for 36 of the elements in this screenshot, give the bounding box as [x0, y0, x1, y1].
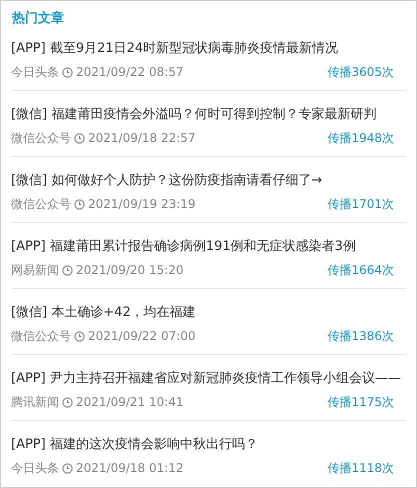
- article-time: 2021/09/22 07:00: [88, 328, 196, 345]
- article-source: 微信公众号: [11, 196, 71, 213]
- spread-count: 传播1701次: [327, 196, 394, 213]
- clock-icon: [74, 132, 85, 144]
- article-source: 腾讯新闻: [11, 394, 59, 411]
- clock-icon: [62, 462, 73, 474]
- spread-count: 传播1386次: [327, 328, 394, 345]
- spread-count: 传播3605次: [327, 64, 394, 81]
- article-source: 今日头条: [11, 64, 59, 81]
- article-title[interactable]: [APP] 尹力主持召开福建省应对新冠肺炎疫情工作领导小组会议——: [11, 370, 401, 388]
- article-source: 微信公众号: [11, 130, 71, 147]
- article-time: 2021/09/18 01:12: [76, 460, 184, 477]
- article-source: 今日头条: [11, 460, 59, 477]
- section-title: 热门文章: [12, 11, 64, 26]
- article-title[interactable]: [APP] 福建的这次疫情会影响中秋出行吗？: [11, 436, 258, 454]
- article-time: 2021/09/21 10:41: [76, 394, 184, 411]
- clock-icon: [62, 396, 73, 408]
- clock-icon: [62, 66, 73, 78]
- article-time: 2021/09/18 22:57: [88, 130, 196, 147]
- article-source: 微信公众号: [11, 328, 71, 345]
- clock-icon: [74, 198, 85, 210]
- article-time: 2021/09/22 08:57: [76, 64, 184, 81]
- spread-count: 传播1664次: [327, 262, 394, 279]
- clock-icon: [74, 330, 85, 342]
- spread-count: 传播1948次: [327, 130, 394, 147]
- spread-count: 传播1175次: [327, 394, 394, 411]
- article-title[interactable]: [APP] 截至9月21日24时新型冠状病毒肺炎疫情最新情况: [11, 40, 338, 58]
- article-time: 2021/09/19 23:19: [88, 196, 196, 213]
- article-source: 网易新闻: [11, 262, 59, 279]
- article-title[interactable]: [APP] 福建莆田累计报告确诊病例191例和无症状感染者3例: [11, 238, 356, 256]
- article-title[interactable]: [微信] 福建莆田疫情会外溢吗？何时可得到控制？专家最新研判: [11, 106, 376, 124]
- clock-icon: [62, 264, 73, 276]
- article-title[interactable]: [微信] 本土确诊+42，均在福建: [11, 304, 196, 322]
- article-title[interactable]: [微信] 如何做好个人防护？这份防疫指南请看仔细了→: [11, 172, 322, 190]
- spread-count: 传播1118次: [327, 460, 394, 477]
- article-time: 2021/09/20 15:20: [76, 262, 184, 279]
